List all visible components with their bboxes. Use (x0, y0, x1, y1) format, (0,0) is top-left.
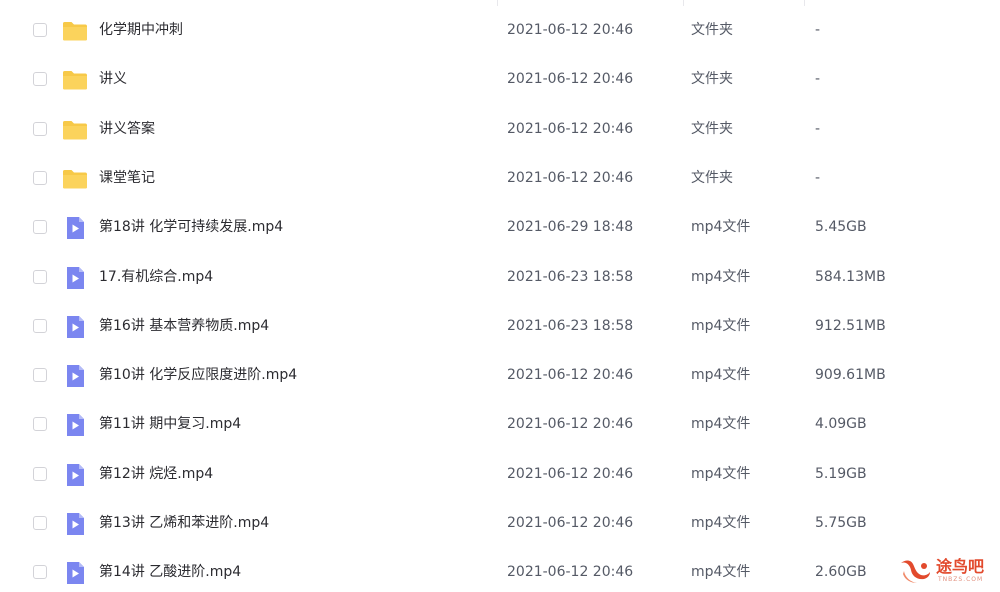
folder-icon (62, 166, 88, 192)
file-type: mp4文件 (691, 515, 751, 531)
file-name[interactable]: 第18讲 化学可持续发展.mp4 (99, 218, 283, 236)
file-size: 909.61MB (815, 367, 886, 384)
file-size: - (815, 120, 821, 137)
file-size: 5.19GB (815, 465, 867, 482)
modified-date: 2021-06-12 20:46 (507, 22, 634, 38)
file-name[interactable]: 第11讲 期中复习.mp4 (99, 415, 241, 433)
file-type: mp4文件 (691, 268, 751, 285)
row-checkbox[interactable] (33, 318, 47, 333)
file-size: - (815, 22, 821, 38)
modified-date: 2021-06-12 20:46 (507, 71, 634, 88)
file-size: - (815, 169, 821, 186)
file-size: 912.51MB (815, 317, 886, 334)
row-checkbox[interactable] (33, 220, 47, 235)
row-checkbox[interactable] (33, 23, 47, 37)
file-row[interactable]: 17.有机综合.mp4 2021-06-23 18:58 mp4文件 584.13MB (0, 253, 1000, 302)
row-checkbox[interactable] (33, 368, 47, 383)
row-checkbox[interactable] (33, 417, 47, 432)
file-row[interactable]: 第16讲 基本营养物质.mp4 2021-06-23 18:58 mp4文件 912.… (0, 302, 1000, 351)
file-type: mp4文件 (691, 367, 751, 384)
file-size: 4.09GB (815, 416, 867, 433)
video-file-icon (62, 462, 88, 488)
modified-date: 2021-06-12 20:46 (507, 169, 634, 186)
file-name[interactable]: 17.有机综合.mp4 (99, 268, 213, 286)
file-row[interactable]: 化学期中冲刺 2021-06-12 20:46 文件夹 - (0, 6, 1000, 55)
modified-date: 2021-06-23 18:58 (507, 317, 634, 334)
watermark-logo: 途鸟吧 TNBZS.COM (898, 555, 994, 587)
file-type: mp4文件 (691, 465, 751, 482)
file-name[interactable]: 课堂笔记 (99, 169, 155, 187)
file-size: 5.45GB (815, 219, 867, 236)
file-row[interactable]: 讲义 2021-06-12 20:46 文件夹 - (0, 55, 1000, 104)
modified-date: 2021-06-12 20:46 (507, 416, 634, 433)
file-type: 文件夹 (691, 169, 733, 186)
file-name[interactable]: 第13讲 乙烯和苯进阶.mp4 (99, 514, 269, 532)
modified-date: 2021-06-12 20:46 (507, 367, 634, 384)
modified-date: 2021-06-12 20:46 (507, 564, 634, 581)
video-file-icon (62, 314, 88, 340)
file-name[interactable]: 第10讲 化学反应限度进阶.mp4 (99, 366, 297, 384)
video-file-icon (62, 215, 88, 241)
video-file-icon (62, 265, 88, 291)
modified-date: 2021-06-29 18:48 (507, 219, 634, 236)
video-file-icon (62, 363, 88, 389)
watermark-text: 途鸟吧 (936, 557, 985, 576)
folder-icon (62, 18, 88, 44)
file-row[interactable]: 第12讲 烷烃.mp4 2021-06-12 20:46 mp4文件 5.19GB (0, 450, 1000, 499)
video-file-icon (62, 511, 88, 537)
file-row[interactable]: 第10讲 化学反应限度进阶.mp4 2021-06-12 20:46 mp4文件 90… (0, 351, 1000, 400)
file-type: 文件夹 (691, 22, 733, 38)
modified-date: 2021-06-23 18:58 (507, 268, 634, 285)
video-file-icon (62, 560, 88, 586)
modified-date: 2021-06-12 20:46 (507, 120, 634, 137)
file-row[interactable]: 课堂笔记 2021-06-12 20:46 文件夹 - (0, 154, 1000, 203)
file-name[interactable]: 第12讲 烷烃.mp4 (99, 465, 213, 483)
video-file-icon (62, 412, 88, 438)
row-checkbox[interactable] (33, 72, 47, 87)
file-row[interactable]: 第11讲 期中复习.mp4 2021-06-12 20:46 mp4文件 4.09GB (0, 400, 1000, 449)
folder-icon (62, 67, 88, 93)
file-size: 5.75GB (815, 515, 867, 531)
file-name[interactable]: 讲义答案 (99, 120, 155, 138)
modified-date: 2021-06-12 20:46 (507, 465, 634, 482)
file-type: 文件夹 (691, 71, 733, 88)
file-type: mp4文件 (691, 317, 751, 334)
file-row[interactable]: 讲义答案 2021-06-12 20:46 文件夹 - (0, 105, 1000, 154)
file-name[interactable]: 第16讲 基本营养物质.mp4 (99, 317, 269, 335)
bird-logo-icon (901, 560, 930, 583)
file-type: mp4文件 (691, 564, 751, 581)
watermark-subtext: TNBZS.COM (938, 576, 984, 583)
file-size: - (815, 71, 821, 88)
file-name[interactable]: 化学期中冲刺 (99, 21, 183, 39)
file-size: 584.13MB (815, 268, 886, 285)
file-type: mp4文件 (691, 219, 751, 236)
row-checkbox[interactable] (33, 170, 47, 185)
file-row[interactable]: 第13讲 乙烯和苯进阶.mp4 2021-06-12 20:46 mp4文件 5.75… (0, 499, 1000, 548)
file-row[interactable]: 第18讲 化学可持续发展.mp4 2021-06-29 18:48 mp4文件 5.4… (0, 203, 1000, 252)
row-checkbox[interactable] (33, 516, 47, 530)
folder-icon (62, 117, 88, 143)
file-row[interactable]: 第14讲 乙酸进阶.mp4 2021-06-12 20:46 mp4文件 2.60GB (0, 548, 1000, 592)
file-type: 文件夹 (691, 120, 733, 137)
modified-date: 2021-06-12 20:46 (507, 515, 634, 531)
row-checkbox[interactable] (33, 269, 47, 284)
file-list: 化学期中冲刺 2021-06-12 20:46 文件夹 - 讲义 2021-06-12 2… (0, 0, 1000, 592)
file-size: 2.60GB (815, 564, 867, 581)
row-checkbox[interactable] (33, 121, 47, 136)
file-name[interactable]: 第14讲 乙酸进阶.mp4 (99, 563, 241, 581)
file-type: mp4文件 (691, 416, 751, 433)
row-checkbox[interactable] (33, 565, 47, 580)
file-name[interactable]: 讲义 (99, 70, 127, 88)
row-checkbox[interactable] (33, 466, 47, 481)
